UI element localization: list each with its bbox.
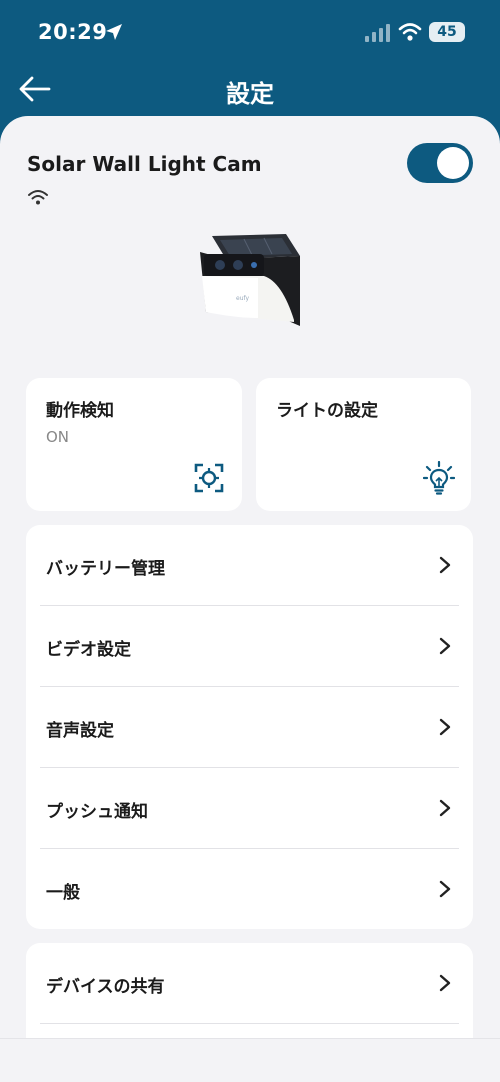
chevron-right-icon (439, 556, 451, 574)
battery-level: 45 (437, 24, 457, 40)
chevron-right-icon (439, 637, 451, 655)
battery-management-row[interactable]: バッテリー管理 (26, 525, 473, 606)
row-label: デバイスの共有 (46, 977, 165, 997)
chevron-right-icon (439, 799, 451, 817)
motion-detection-card[interactable]: 動作検知 ON (26, 378, 242, 511)
row-label: ビデオ設定 (46, 640, 131, 660)
chevron-right-icon (439, 880, 451, 898)
settings-list: バッテリー管理 ビデオ設定 音声設定 プッシュ通知 一般 (26, 525, 473, 929)
wifi-icon (398, 23, 422, 41)
settings-sheet: Solar Wall Light Cam eufy 動作検知 ON ライトの設定 (0, 116, 500, 1082)
svg-text:eufy: eufy (236, 295, 250, 302)
status-bar: 20:29 45 (0, 0, 500, 66)
device-image: eufy (200, 234, 300, 326)
device-power-toggle[interactable] (407, 143, 473, 183)
nav-bar: 設定 (0, 66, 500, 116)
light-settings-title: ライトの設定 (276, 401, 378, 421)
row-label: プッシュ通知 (46, 802, 148, 822)
bottom-bar (0, 1038, 500, 1082)
audio-settings-row[interactable]: 音声設定 (26, 687, 473, 768)
motion-detect-icon (194, 463, 224, 493)
device-sharing-row[interactable]: デバイスの共有 (26, 943, 473, 1024)
motion-detection-title: 動作検知 (46, 401, 114, 421)
toggle-knob (437, 147, 469, 179)
motion-detection-status: ON (46, 428, 70, 446)
chevron-right-icon (439, 974, 451, 992)
lightbulb-icon (423, 461, 455, 495)
page-title: 設定 (226, 80, 274, 108)
general-row[interactable]: 一般 (26, 849, 473, 930)
status-time: 20:29 (38, 20, 108, 44)
row-label: バッテリー管理 (46, 559, 165, 579)
divider (40, 1023, 459, 1024)
video-settings-row[interactable]: ビデオ設定 (26, 606, 473, 687)
device-name: Solar Wall Light Cam (27, 152, 262, 176)
row-label: 一般 (46, 883, 80, 903)
light-settings-card[interactable]: ライトの設定 (256, 378, 471, 511)
chevron-right-icon (439, 718, 451, 736)
push-notification-row[interactable]: プッシュ通知 (26, 768, 473, 849)
battery-icon: 45 (429, 22, 465, 42)
row-label: 音声設定 (46, 721, 114, 741)
wifi-icon (28, 190, 48, 205)
location-arrow-icon (106, 24, 122, 40)
cell-signal-icon (365, 24, 390, 42)
